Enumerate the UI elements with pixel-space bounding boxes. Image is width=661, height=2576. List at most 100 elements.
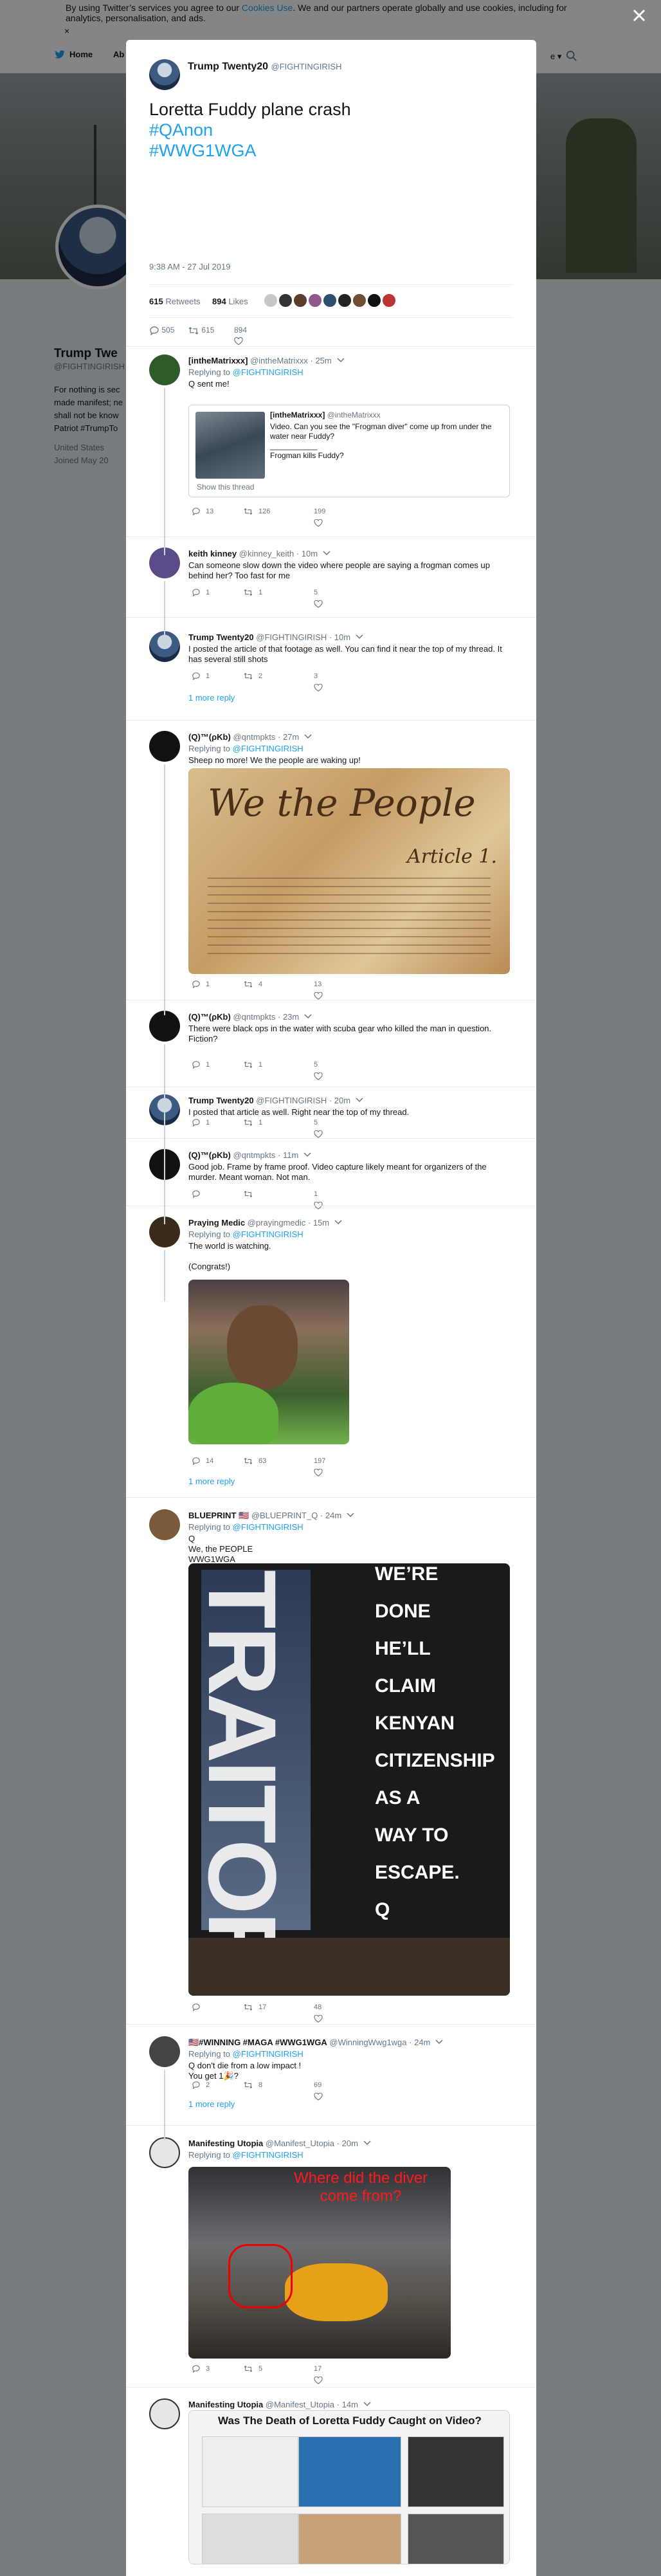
reply-button[interactable]: 13 [192,508,213,517]
like-button[interactable]: 894 [234,326,247,335]
reply-media[interactable]: Where did the diver come from? [188,2167,451,2359]
reply-avatar[interactable] [149,354,180,385]
reply-author-name[interactable]: 🇺🇸#WINNING #MAGA #WWG1WGA [188,2038,327,2047]
like-count[interactable]: 5 [314,1061,318,1069]
reply-author-handle[interactable]: @kinney_keith [239,549,294,558]
reply-author-name[interactable]: keith kinney [188,549,237,558]
reply-author-name[interactable]: (Q)™(ρKb) [188,732,231,742]
reply-author-name[interactable]: [intheMatrixxx] [188,356,248,365]
more-replies-link[interactable]: 1 more reply [188,2099,235,2109]
reply-button[interactable]: 3 [192,2365,210,2374]
reply-time[interactable]: · 10m [296,549,318,558]
reply-media[interactable]: Was The Death of Loretta Fuddy Caught on… [188,2410,510,2564]
reply-button[interactable]: 1 [192,589,210,598]
reply-author-name[interactable]: (Q)™(ρKb) [188,1150,231,1160]
video-thumbnail[interactable] [408,2436,504,2507]
heart-icon[interactable] [314,519,323,529]
reply-button[interactable]: 14 [192,1457,213,1466]
chevron-down-icon[interactable] [430,2038,443,2047]
show-thread-link[interactable]: Show this thread [197,483,254,492]
heart-icon[interactable] [314,1468,323,1478]
reply-author-handle[interactable]: @qntmpkts [233,732,275,742]
reply-button[interactable]: 2 [192,2081,210,2090]
reply-time[interactable]: · 14m [337,2400,358,2409]
chevron-down-icon[interactable] [329,1218,342,1228]
reply-button[interactable] [192,1190,201,1199]
retweet-button[interactable]: 5 [243,2365,262,2374]
reply-avatar[interactable] [149,1011,180,1042]
likes-stat[interactable]: 894 Likes [212,297,248,306]
chevron-down-icon[interactable] [341,1511,354,1520]
reply-button[interactable]: 1 [192,672,210,681]
reply-media[interactable]: TRAITOR WE’RE DONE HE’LL CLAIM KENYAN CITIZENS… [188,1563,510,1996]
retweet-button[interactable]: 1 [243,1061,262,1070]
like-count[interactable]: 48 [314,2003,321,2011]
retweet-button[interactable]: 2 [243,672,262,681]
hashtag-wwg1wga[interactable]: #WWG1WGA [149,140,351,161]
reply-time[interactable]: · 24m [320,1511,341,1520]
reply-time[interactable]: · 24m [409,2038,430,2047]
replying-to-link[interactable]: @FIGHTINGIRISH [233,2049,303,2059]
reply-time[interactable]: · 15m [308,1218,329,1228]
like-count[interactable]: 5 [314,1119,318,1127]
reply-avatar[interactable] [149,731,180,762]
reply-author-handle[interactable]: @BLUEPRINT_Q [251,1511,318,1520]
like-count[interactable]: 5 [314,589,318,596]
reply-time[interactable]: · 10m [329,632,350,642]
heart-icon[interactable] [314,2092,323,2102]
like-count[interactable]: 17 [314,2365,321,2373]
like-count[interactable]: 13 [314,980,321,988]
author-name[interactable]: Trump Twenty20 [188,61,268,72]
reply-author-name[interactable]: (Q)™(ρKb) [188,1012,231,1022]
author-handle[interactable]: @FIGHTINGIRISH [271,62,342,71]
more-replies-link[interactable]: 1 more reply [188,1477,235,1486]
heart-icon[interactable] [234,337,243,345]
close-icon[interactable] [631,8,647,23]
reply-author-handle[interactable]: @qntmpkts [233,1012,275,1022]
reply-button[interactable]: 1 [192,980,210,989]
reply-time[interactable]: · 25m [311,356,332,365]
reply-author-name[interactable]: Manifesting Utopia [188,2400,263,2409]
replying-to-link[interactable]: @FIGHTINGIRISH [233,744,303,753]
retweet-button[interactable]: 1 [243,589,262,598]
more-replies-link[interactable]: 1 more reply [188,693,235,703]
heart-icon[interactable] [314,600,323,610]
reply-author-handle[interactable]: @prayingmedic [248,1218,306,1228]
reply-avatar[interactable] [149,2398,180,2429]
video-thumbnail[interactable] [298,2436,401,2507]
video-thumbnail[interactable] [298,2514,401,2564]
quoted-tweet[interactable]: [intheMatrixxx] @intheMatrixxx Video. Can… [188,405,510,497]
video-thumbnail[interactable] [202,2514,298,2564]
reply-button[interactable] [192,2003,201,2012]
heart-icon[interactable] [314,2376,323,2386]
reply-author-handle[interactable]: @FIGHTINGIRISH [256,632,327,642]
reply-author-handle[interactable]: @qntmpkts [233,1150,275,1160]
reply-time[interactable]: · 11m [278,1150,298,1160]
reply-author-handle[interactable]: @intheMatrixxx [250,356,308,365]
reply-time[interactable]: · 20m [329,1096,350,1105]
reply-author-handle[interactable]: @FIGHTINGIRISH [256,1096,327,1105]
reply-button[interactable]: 1 [192,1061,210,1070]
retweet-button[interactable] [243,1190,253,1199]
like-count[interactable]: 197 [314,1457,325,1465]
replying-to-link[interactable]: @FIGHTINGIRISH [233,2150,303,2160]
retweets-stat[interactable]: 615 Retweets [149,297,201,306]
heart-icon[interactable] [314,1072,323,1082]
reply-time[interactable]: · 23m [278,1012,299,1022]
retweet-button[interactable]: 17 [243,2003,266,2012]
author-avatar[interactable] [149,59,180,90]
chevron-down-icon[interactable] [299,732,312,742]
retweet-button[interactable]: 1 [243,1119,262,1128]
replying-to-link[interactable]: @FIGHTINGIRISH [233,1229,303,1239]
replying-to-link[interactable]: @FIGHTINGIRISH [233,367,303,377]
retweet-button[interactable]: 4 [243,980,262,989]
retweet-button[interactable]: 63 [243,1457,266,1466]
reply-author-name[interactable]: Trump Twenty20 [188,1096,254,1105]
chevron-down-icon[interactable] [298,1150,311,1160]
chevron-down-icon[interactable] [350,1096,363,1105]
video-thumbnail[interactable] [408,2514,504,2564]
reply-avatar[interactable] [149,1509,180,1540]
reply-media[interactable]: We the People Article 1. [188,768,510,974]
chevron-down-icon[interactable] [299,1012,312,1022]
retweet-button[interactable]: 126 [243,508,270,517]
